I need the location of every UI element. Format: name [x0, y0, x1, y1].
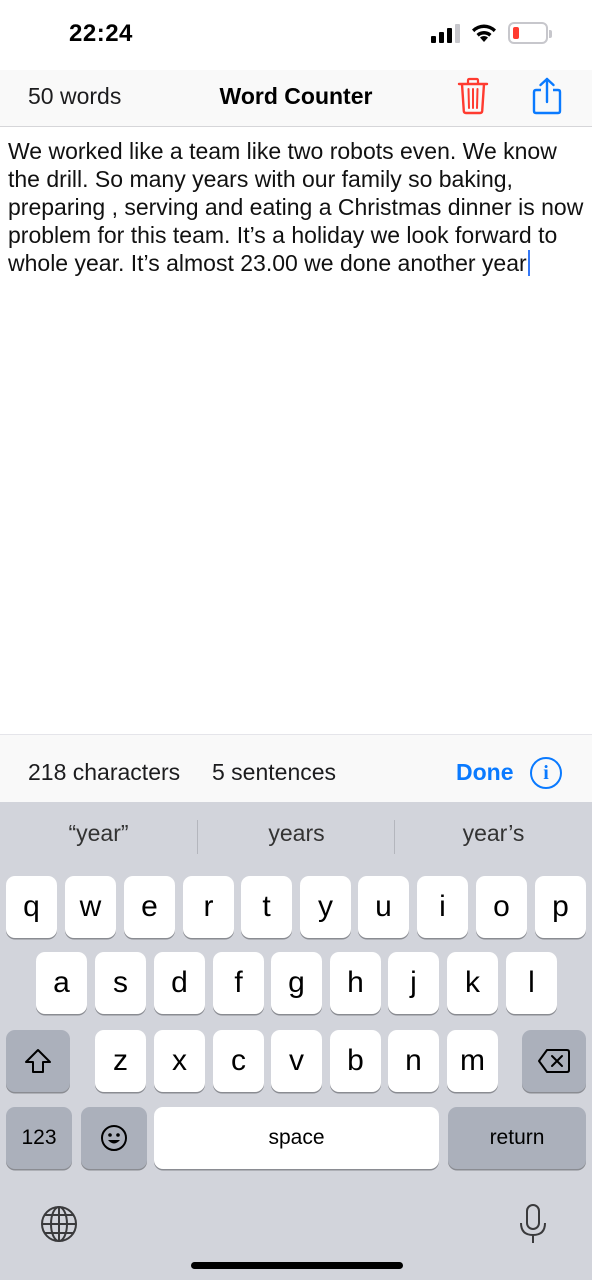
- key-z[interactable]: z: [95, 1030, 146, 1092]
- key-v[interactable]: v: [271, 1030, 322, 1092]
- nav-bar: 50 words Word Counter: [0, 70, 592, 127]
- key-f[interactable]: f: [213, 952, 264, 1014]
- page-title: Word Counter: [219, 83, 373, 109]
- suggestion-3[interactable]: year’s: [395, 820, 592, 847]
- done-button[interactable]: Done: [456, 759, 514, 786]
- key-h[interactable]: h: [330, 952, 381, 1014]
- key-p[interactable]: p: [535, 876, 586, 938]
- key-u[interactable]: u: [358, 876, 409, 938]
- globe-icon: [41, 1206, 77, 1242]
- stats-bar: 218 characters 5 sentences Done i: [0, 734, 592, 802]
- status-bar: 22:24: [0, 0, 592, 70]
- microphone-icon: [520, 1204, 546, 1243]
- key-t[interactable]: t: [241, 876, 292, 938]
- key-n[interactable]: n: [388, 1030, 439, 1092]
- emoji-key[interactable]: [81, 1107, 147, 1169]
- numbers-key[interactable]: 123: [6, 1107, 72, 1169]
- key-i[interactable]: i: [417, 876, 468, 938]
- dictation-button[interactable]: [518, 1203, 548, 1245]
- key-m[interactable]: m: [447, 1030, 498, 1092]
- text-editor[interactable]: We worked like a team like two robots ev…: [8, 137, 584, 727]
- share-icon: [532, 77, 562, 115]
- key-k[interactable]: k: [447, 952, 498, 1014]
- share-button[interactable]: [530, 76, 564, 116]
- return-key[interactable]: return: [448, 1107, 586, 1169]
- shift-key[interactable]: [6, 1030, 70, 1092]
- status-icons: [431, 22, 552, 44]
- suggestion-2[interactable]: years: [198, 820, 395, 847]
- backspace-icon: [538, 1049, 570, 1073]
- info-icon[interactable]: i: [530, 757, 562, 789]
- word-count-label: 50 words: [28, 83, 122, 109]
- editor-text: We worked like a team like two robots ev…: [8, 138, 584, 276]
- trash-icon: [457, 77, 489, 115]
- wifi-icon: [472, 24, 496, 42]
- key-w[interactable]: w: [65, 876, 116, 938]
- key-r[interactable]: r: [183, 876, 234, 938]
- keyboard: “year” years year’s q w e r t y u i o p …: [0, 802, 592, 1280]
- key-e[interactable]: e: [124, 876, 175, 938]
- text-caret: [527, 250, 530, 276]
- keyboard-switch-button[interactable]: [40, 1205, 78, 1243]
- cellular-signal-icon: [431, 23, 460, 43]
- key-b[interactable]: b: [330, 1030, 381, 1092]
- character-count: 218 characters: [28, 759, 181, 785]
- key-c[interactable]: c: [213, 1030, 264, 1092]
- key-l[interactable]: l: [506, 952, 557, 1014]
- sentence-count: 5 sentences: [212, 759, 337, 785]
- key-j[interactable]: j: [388, 952, 439, 1014]
- emoji-icon: [101, 1125, 127, 1151]
- key-x[interactable]: x: [154, 1030, 205, 1092]
- key-d[interactable]: d: [154, 952, 205, 1014]
- key-q[interactable]: q: [6, 876, 57, 938]
- key-a[interactable]: a: [36, 952, 87, 1014]
- key-o[interactable]: o: [476, 876, 527, 938]
- key-y[interactable]: y: [300, 876, 351, 938]
- delete-button[interactable]: [456, 76, 490, 116]
- shift-icon: [25, 1049, 51, 1073]
- space-key[interactable]: space: [154, 1107, 439, 1169]
- home-indicator[interactable]: [191, 1262, 403, 1269]
- key-g[interactable]: g: [271, 952, 322, 1014]
- key-s[interactable]: s: [95, 952, 146, 1014]
- status-time: 22:24: [69, 20, 133, 47]
- battery-icon: [508, 22, 552, 44]
- suggestion-bar: “year” years year’s: [0, 802, 592, 872]
- suggestion-1[interactable]: “year”: [0, 820, 197, 847]
- backspace-key[interactable]: [522, 1030, 586, 1092]
